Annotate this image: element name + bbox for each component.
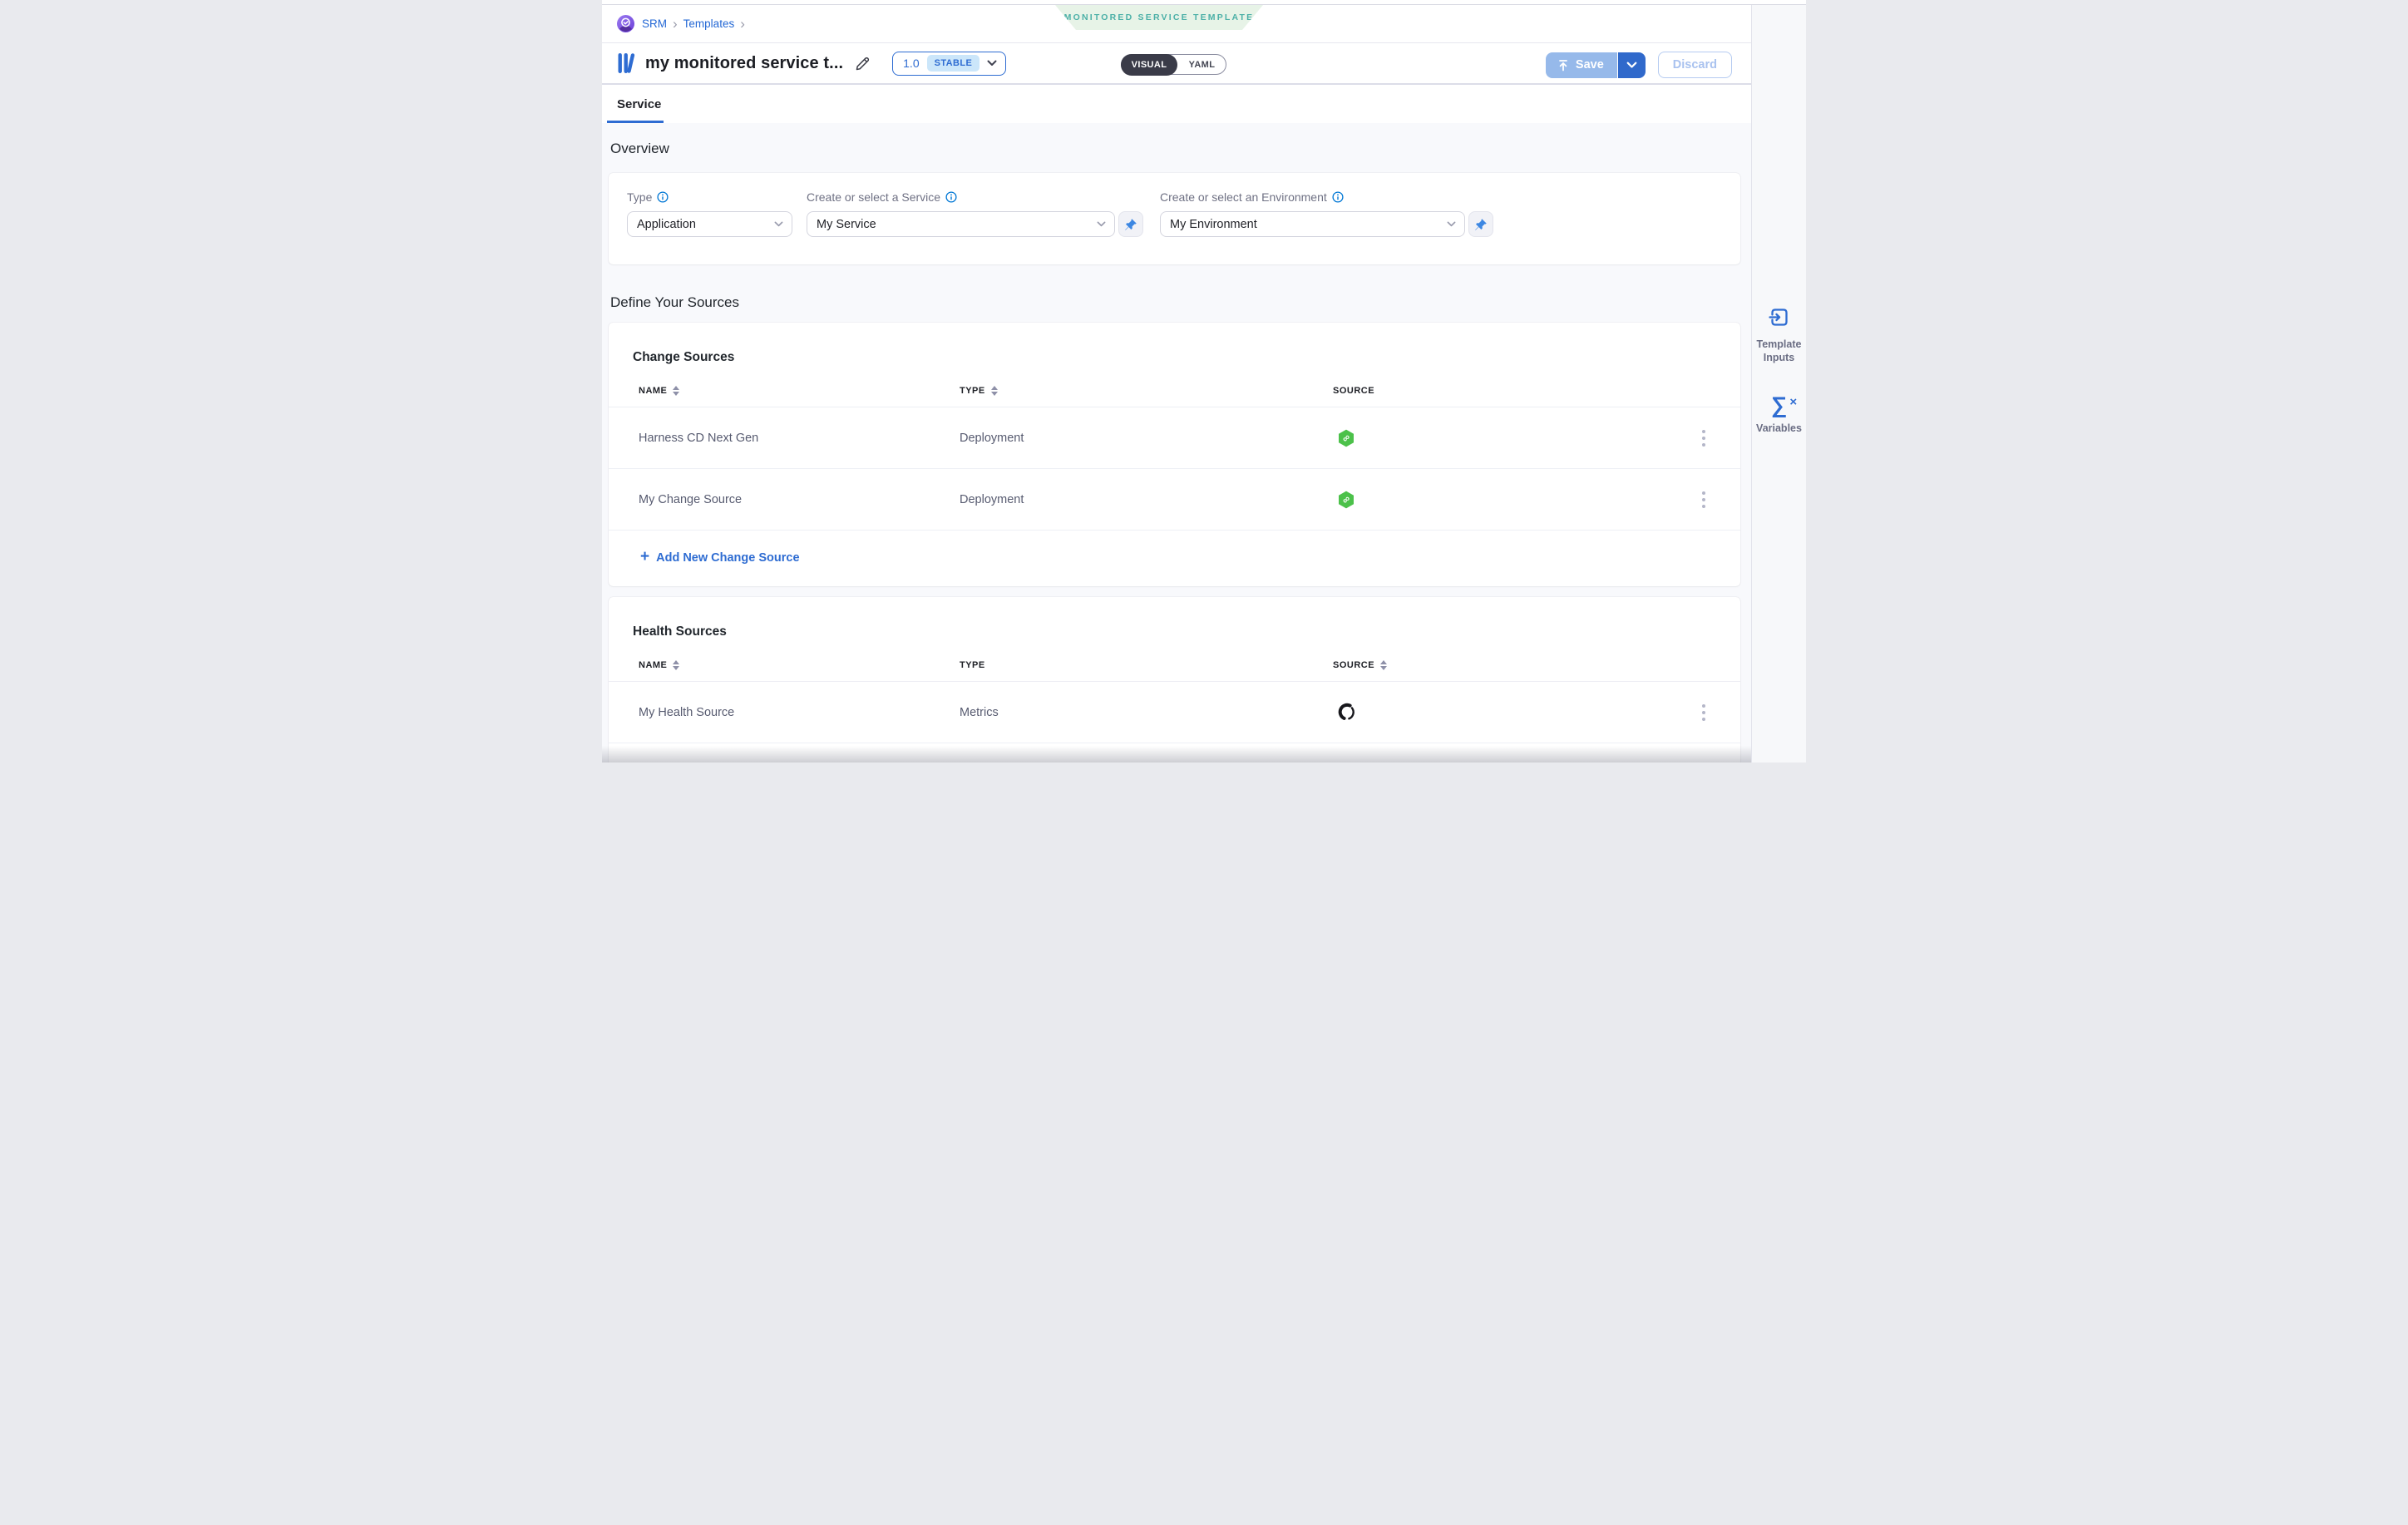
sort-icon [673, 660, 679, 670]
environment-value: My Environment [1170, 218, 1447, 231]
main-column: SRM › Templates › MONITORED SERVICE TEMP… [602, 5, 1751, 762]
chevron-down-icon [774, 221, 783, 227]
breadcrumb-templates-link[interactable]: Templates [683, 17, 735, 30]
save-button[interactable]: Save [1546, 52, 1618, 78]
template-library-icon [617, 52, 637, 74]
health-source-type: Metrics [960, 706, 1333, 719]
overview-card: Type Application [609, 173, 1740, 264]
right-rail: Template Inputs ∑× Variables [1751, 5, 1806, 762]
header-actions: Save Discard [1546, 52, 1732, 78]
health-sources-card: Health Sources NAME TYPE SOURCE [609, 597, 1740, 762]
service-label: Create or select a Service [807, 190, 940, 204]
variables-label: Variables [1752, 422, 1806, 436]
sigma-x-icon: ∑× [1771, 394, 1787, 417]
row-options-menu-button[interactable] [1692, 488, 1715, 511]
info-icon[interactable] [657, 191, 669, 203]
visual-yaml-toggle: VISUAL YAML [1121, 54, 1226, 75]
type-value: Application [637, 218, 774, 231]
sort-icon [991, 386, 998, 396]
upload-icon [1557, 59, 1569, 72]
change-sources-card: Change Sources NAME TYPE SOURCE [609, 323, 1740, 586]
type-dropdown[interactable]: Application [627, 211, 792, 237]
title-bar: my monitored service t... 1.0 STABLE VIS… [602, 43, 1751, 85]
change-source-row[interactable]: Harness CD Next Gen Deployment ∞ [609, 407, 1740, 469]
define-sources-heading: Define Your Sources [610, 294, 1751, 311]
column-header-source[interactable]: SOURCE [1333, 386, 1680, 396]
template-inputs-label: Template Inputs [1752, 338, 1806, 364]
service-field: Create or select a Service My Service [807, 190, 1143, 237]
toggle-visual-option[interactable]: VISUAL [1121, 54, 1177, 76]
version-stable-chip: STABLE [927, 55, 980, 72]
info-icon[interactable] [1332, 191, 1344, 203]
save-button-label: Save [1576, 58, 1604, 72]
pin-service-button[interactable] [1118, 211, 1143, 237]
change-source-name: Harness CD Next Gen [639, 432, 960, 445]
bottom-scroll-shadow [602, 746, 1751, 762]
edit-title-button[interactable] [855, 56, 871, 72]
column-header-type[interactable]: TYPE [960, 660, 1333, 670]
overview-heading: Overview [610, 141, 1751, 157]
template-type-badge: MONITORED SERVICE TEMPLATE [1055, 5, 1263, 30]
change-sources-table-header: NAME TYPE SOURCE [609, 386, 1740, 407]
top-divider [602, 4, 1806, 5]
plus-icon: + [640, 549, 649, 565]
health-source-name: My Health Source [639, 706, 960, 719]
health-sources-heading: Health Sources [633, 624, 1740, 639]
tab-bar: Service [602, 85, 1751, 123]
add-new-change-source-button[interactable]: + Add New Change Source [640, 550, 800, 565]
template-inputs-icon [1768, 306, 1790, 328]
sort-icon [673, 386, 679, 396]
template-inputs-button[interactable]: Template Inputs [1752, 306, 1806, 364]
column-header-name[interactable]: NAME [639, 386, 960, 396]
chevron-down-icon [987, 60, 997, 67]
version-number: 1.0 [903, 57, 919, 70]
service-value: My Service [817, 218, 1097, 231]
harness-cd-hexagon-icon: ∞ [1333, 491, 1680, 509]
change-source-type: Deployment [960, 493, 1333, 506]
environment-dropdown[interactable]: My Environment [1160, 211, 1465, 237]
change-source-name: My Change Source [639, 493, 960, 506]
appdynamics-icon [1333, 703, 1680, 722]
page-title: my monitored service t... [645, 54, 843, 73]
change-sources-heading: Change Sources [633, 350, 1740, 365]
monitored-service-template-page: Template Inputs ∑× Variables [602, 0, 1806, 762]
chevron-down-icon [1097, 221, 1106, 227]
overview-form: Type Application [627, 190, 1740, 237]
change-source-type: Deployment [960, 432, 1333, 445]
srm-module-icon [617, 15, 634, 32]
type-field: Type Application [627, 190, 792, 237]
toggle-yaml-option[interactable]: YAML [1178, 55, 1226, 74]
column-header-source[interactable]: SOURCE [1333, 660, 1680, 670]
type-label: Type [627, 190, 652, 204]
health-sources-table-header: NAME TYPE SOURCE [609, 660, 1740, 682]
chevron-down-icon [1447, 221, 1456, 227]
version-selector[interactable]: 1.0 STABLE [892, 52, 1006, 76]
sort-icon [1380, 660, 1387, 670]
service-dropdown[interactable]: My Service [807, 211, 1115, 237]
tab-service[interactable]: Service [617, 85, 661, 123]
row-options-menu-button[interactable] [1692, 701, 1715, 724]
environment-field: Create or select an Environment My Envir… [1160, 190, 1493, 237]
discard-button[interactable]: Discard [1658, 52, 1732, 78]
harness-cd-hexagon-icon: ∞ [1333, 429, 1680, 447]
variables-button[interactable]: ∑× Variables [1752, 394, 1806, 436]
save-options-caret-button[interactable] [1618, 52, 1646, 78]
change-source-row[interactable]: My Change Source Deployment ∞ [609, 469, 1740, 531]
info-icon[interactable] [945, 191, 957, 203]
pin-environment-button[interactable] [1468, 211, 1493, 237]
breadcrumb-srm-link[interactable]: SRM [642, 17, 667, 30]
save-split-button: Save [1546, 52, 1646, 78]
row-options-menu-button[interactable] [1692, 427, 1715, 450]
template-type-badge-label: MONITORED SERVICE TEMPLATE [1064, 12, 1255, 22]
health-source-row[interactable]: My Health Source Metrics [609, 682, 1740, 743]
column-header-type[interactable]: TYPE [960, 386, 1333, 396]
column-header-name[interactable]: NAME [639, 660, 960, 670]
environment-label: Create or select an Environment [1160, 190, 1327, 204]
breadcrumb-separator: › [673, 17, 678, 31]
breadcrumb-separator: › [740, 17, 745, 31]
add-change-source-row: + Add New Change Source [609, 531, 1740, 586]
content-area: Overview Type Application [602, 123, 1751, 762]
